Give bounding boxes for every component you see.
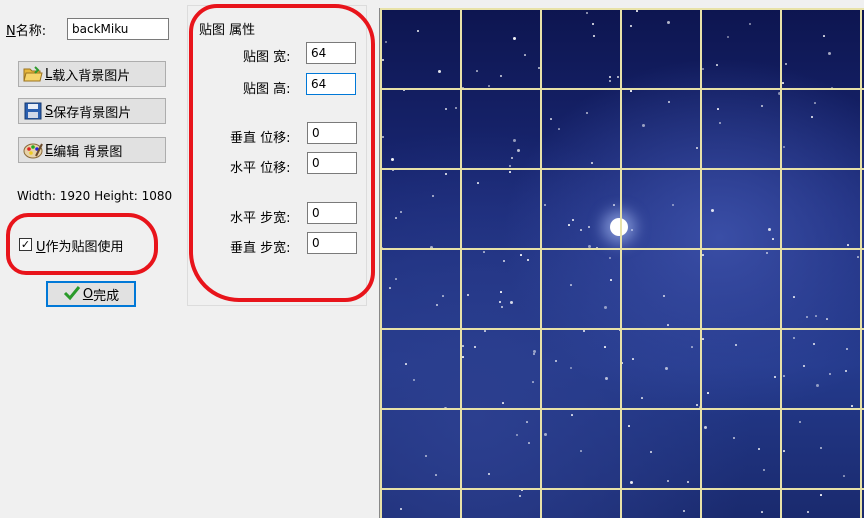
- save-background-button[interactable]: S 保存背景图片: [18, 98, 166, 124]
- checkmark-icon: [63, 285, 81, 303]
- vertical-offset-label: 垂直 位移:: [230, 131, 291, 146]
- edit-background-button[interactable]: E 编辑 背景图: [18, 137, 166, 163]
- paint-palette-icon: [23, 141, 43, 159]
- load-background-button[interactable]: L 载入背景图片: [18, 61, 166, 87]
- tile-grid-overlay: [380, 8, 864, 518]
- horizontal-offset-label: 水平 位移:: [230, 161, 291, 176]
- floppy-disk-icon: [23, 102, 43, 120]
- tile-width-field[interactable]: 64: [306, 42, 356, 64]
- vertical-step-field[interactable]: 0: [307, 232, 357, 254]
- vertical-step-label: 垂直 步宽:: [230, 241, 291, 256]
- horizontal-offset-field[interactable]: 0: [307, 152, 357, 174]
- tile-height-label: 贴图 高:: [243, 82, 291, 97]
- horizontal-step-field[interactable]: 0: [307, 202, 357, 224]
- tile-width-label: 贴图 宽:: [243, 50, 291, 65]
- tile-height-field[interactable]: 64: [306, 73, 356, 95]
- image-size-text: Width: 1920 Height: 1080: [17, 189, 173, 203]
- use-as-texture-checkbox[interactable]: ✓: [19, 238, 32, 251]
- use-as-texture-label[interactable]: U作为贴图使用: [36, 236, 124, 255]
- group-title: 贴图 属性: [197, 19, 258, 38]
- vertical-offset-field[interactable]: 0: [307, 122, 357, 144]
- name-field[interactable]: backMiku: [67, 18, 169, 40]
- background-image-canvas[interactable]: [379, 8, 864, 518]
- name-label: N名称:: [6, 24, 47, 39]
- folder-open-icon: [23, 65, 43, 83]
- done-button[interactable]: O 完成: [46, 281, 136, 307]
- horizontal-step-label: 水平 步宽:: [230, 211, 291, 226]
